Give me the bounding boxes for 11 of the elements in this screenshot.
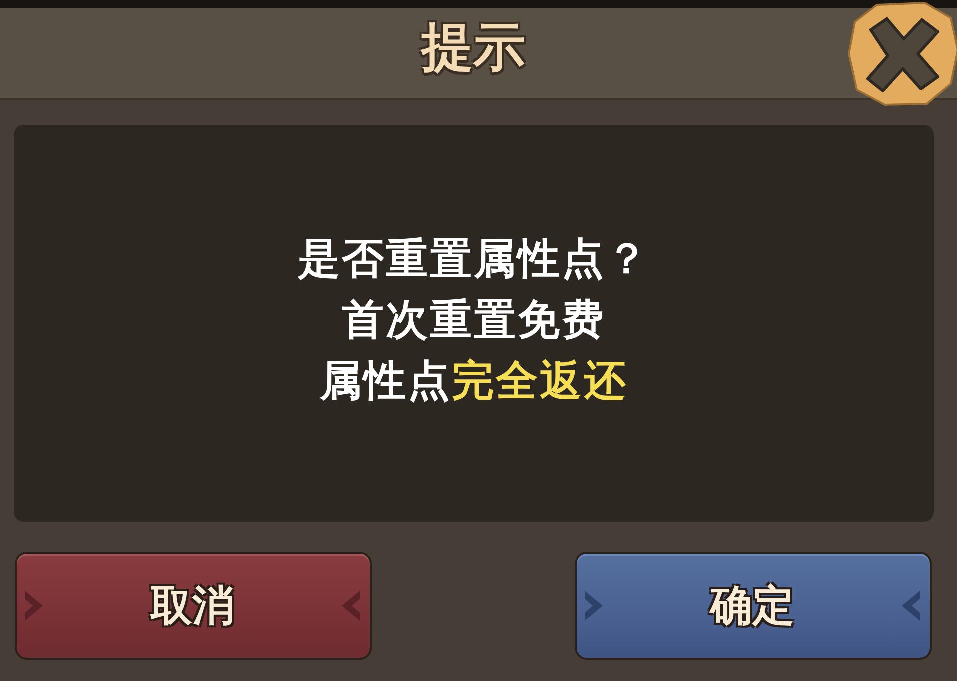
chevron-right-icon (23, 589, 45, 623)
message-line: 是否重置属性点？ (298, 232, 650, 284)
message-line: 属性点完全返还 (320, 354, 628, 406)
cancel-button[interactable]: 取消 (15, 552, 372, 660)
chevron-left-icon (340, 589, 362, 623)
confirm-button[interactable]: 确定 (575, 552, 932, 660)
dialog-title: 提示 (422, 20, 526, 78)
close-button[interactable] (847, 2, 957, 106)
chevron-right-icon (583, 589, 605, 623)
chevron-left-icon (900, 589, 922, 623)
message-line: 首次重置免费 (342, 294, 606, 346)
